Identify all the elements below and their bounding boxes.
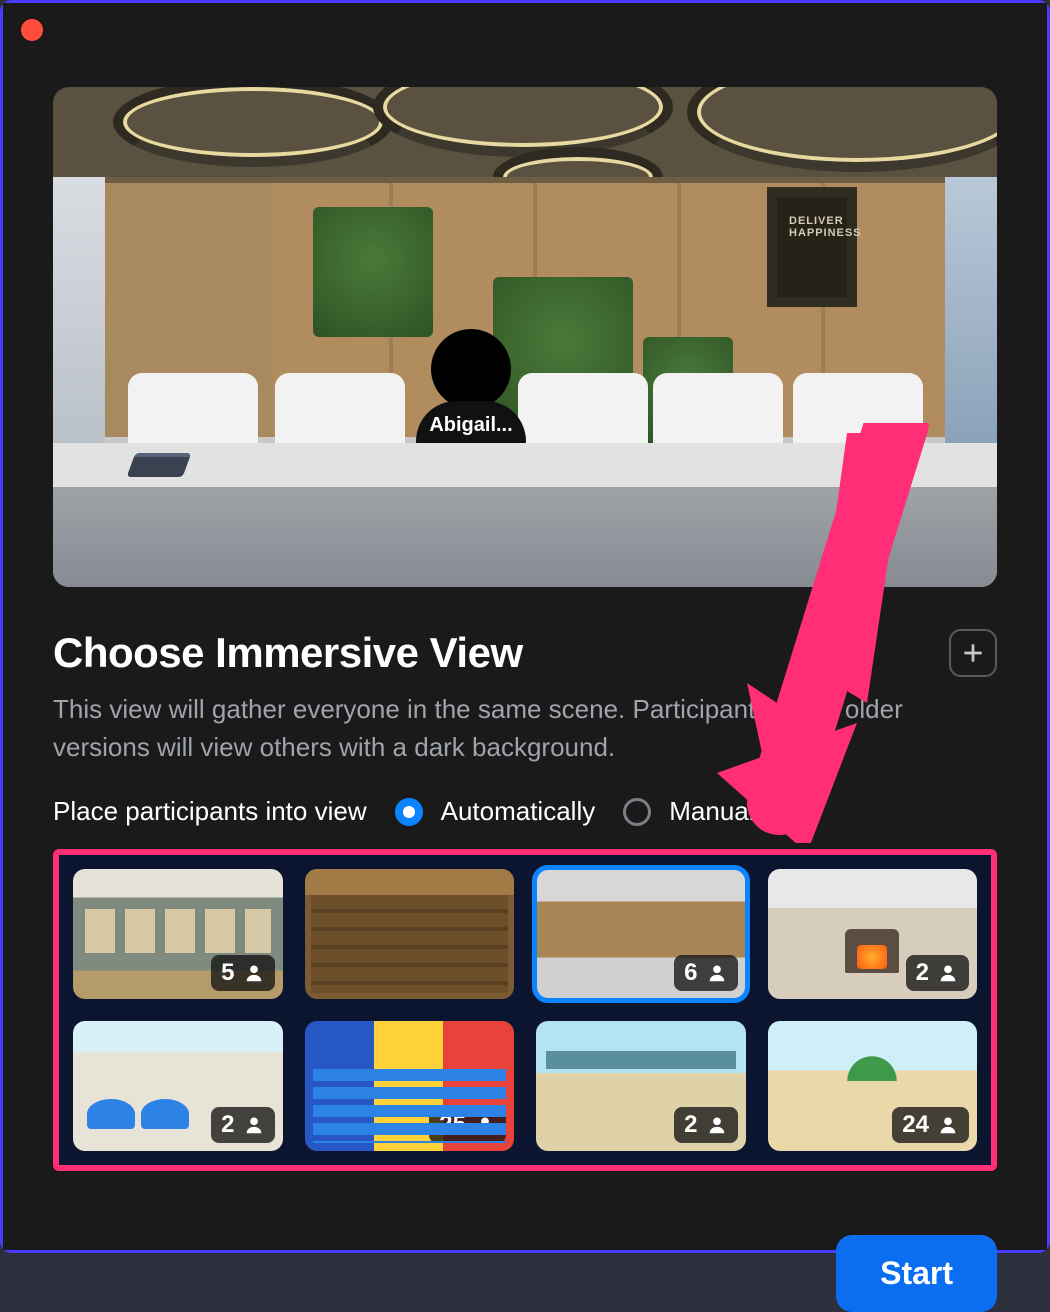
scene-thumbnail[interactable]: 25: [305, 1021, 515, 1151]
scene-thumbnail[interactable]: 2: [536, 1021, 746, 1151]
plus-icon: [960, 640, 986, 666]
close-window-button[interactable]: [21, 19, 43, 41]
radio-icon: [395, 798, 423, 826]
window-left: [53, 177, 105, 457]
ceiling-light-icon: [687, 87, 997, 172]
window-titlebar: [3, 19, 1047, 47]
person-icon: [474, 962, 496, 984]
dialog-footer: Start: [3, 1201, 1047, 1312]
scene-thumbnail[interactable]: 25: [305, 869, 515, 999]
person-icon: [243, 1114, 265, 1136]
capacity-value: 2: [684, 1111, 697, 1139]
placement-row: Place participants into view Automatical…: [53, 796, 997, 827]
start-button[interactable]: Start: [836, 1235, 997, 1312]
immersive-view-dialog: DELIVER HAPPINESS Abigail... Choose Imme…: [3, 3, 1047, 1250]
placement-radio-manual[interactable]: Manually: [623, 796, 773, 827]
scene-grid: 5 25 6: [73, 869, 977, 1151]
placement-radio-auto[interactable]: Automatically: [395, 796, 596, 827]
capacity-badge: 2: [906, 955, 969, 991]
participant-name-label: Abigail...: [429, 414, 512, 437]
scene-preview: DELIVER HAPPINESS Abigail...: [53, 87, 997, 587]
capacity-badge: 5: [211, 955, 274, 991]
dialog-title: Choose Immersive View: [53, 629, 523, 677]
scene-thumbnail[interactable]: 6: [536, 869, 746, 999]
tablet-icon: [127, 453, 192, 477]
avatar-head-icon: [431, 329, 511, 409]
capacity-value: 6: [684, 959, 697, 987]
add-scene-button[interactable]: [949, 629, 997, 677]
scene-thumbnail[interactable]: 24: [768, 1021, 978, 1151]
plant-icon: [313, 207, 433, 337]
person-icon: [706, 1114, 728, 1136]
participant-avatar: Abigail...: [411, 329, 531, 449]
window-right: [945, 177, 997, 457]
capacity-value: 24: [902, 1111, 929, 1139]
scene-grid-highlight: 5 25 6: [53, 849, 997, 1171]
person-icon: [937, 962, 959, 984]
person-icon: [243, 962, 265, 984]
placement-label: Place participants into view: [53, 796, 367, 827]
wall-poster: DELIVER HAPPINESS: [767, 187, 857, 307]
capacity-badge: 2: [211, 1107, 274, 1143]
avatar-body: Abigail...: [416, 401, 526, 449]
dialog-description: This view will gather everyone in the sa…: [53, 691, 933, 766]
ceiling-light-icon: [373, 87, 673, 157]
ceiling-light-icon: [113, 87, 393, 167]
person-icon: [706, 962, 728, 984]
desk-top: [53, 443, 997, 487]
header-row: Choose Immersive View: [53, 629, 997, 677]
placement-auto-label: Automatically: [441, 796, 596, 827]
desk-front: [53, 487, 997, 587]
scene-thumbnail[interactable]: 2: [768, 869, 978, 999]
capacity-value: 2: [221, 1111, 234, 1139]
poster-text: DELIVER HAPPINESS: [789, 215, 835, 279]
placement-manual-label: Manually: [669, 796, 773, 827]
capacity-badge: 2: [674, 1107, 737, 1143]
capacity-badge: 25: [429, 955, 506, 991]
radio-icon: [623, 798, 651, 826]
scene-thumbnail[interactable]: 5: [73, 869, 283, 999]
capacity-value: 25: [439, 1111, 466, 1139]
capacity-value: 25: [439, 959, 466, 987]
scene-thumbnail[interactable]: 2: [73, 1021, 283, 1151]
dialog-content: DELIVER HAPPINESS Abigail... Choose Imme…: [3, 47, 1047, 1201]
capacity-badge: 24: [892, 1107, 969, 1143]
capacity-badge: 6: [674, 955, 737, 991]
person-icon: [937, 1114, 959, 1136]
person-icon: [474, 1114, 496, 1136]
capacity-badge: 25: [429, 1107, 506, 1143]
capacity-value: 2: [916, 959, 929, 987]
capacity-value: 5: [221, 959, 234, 987]
